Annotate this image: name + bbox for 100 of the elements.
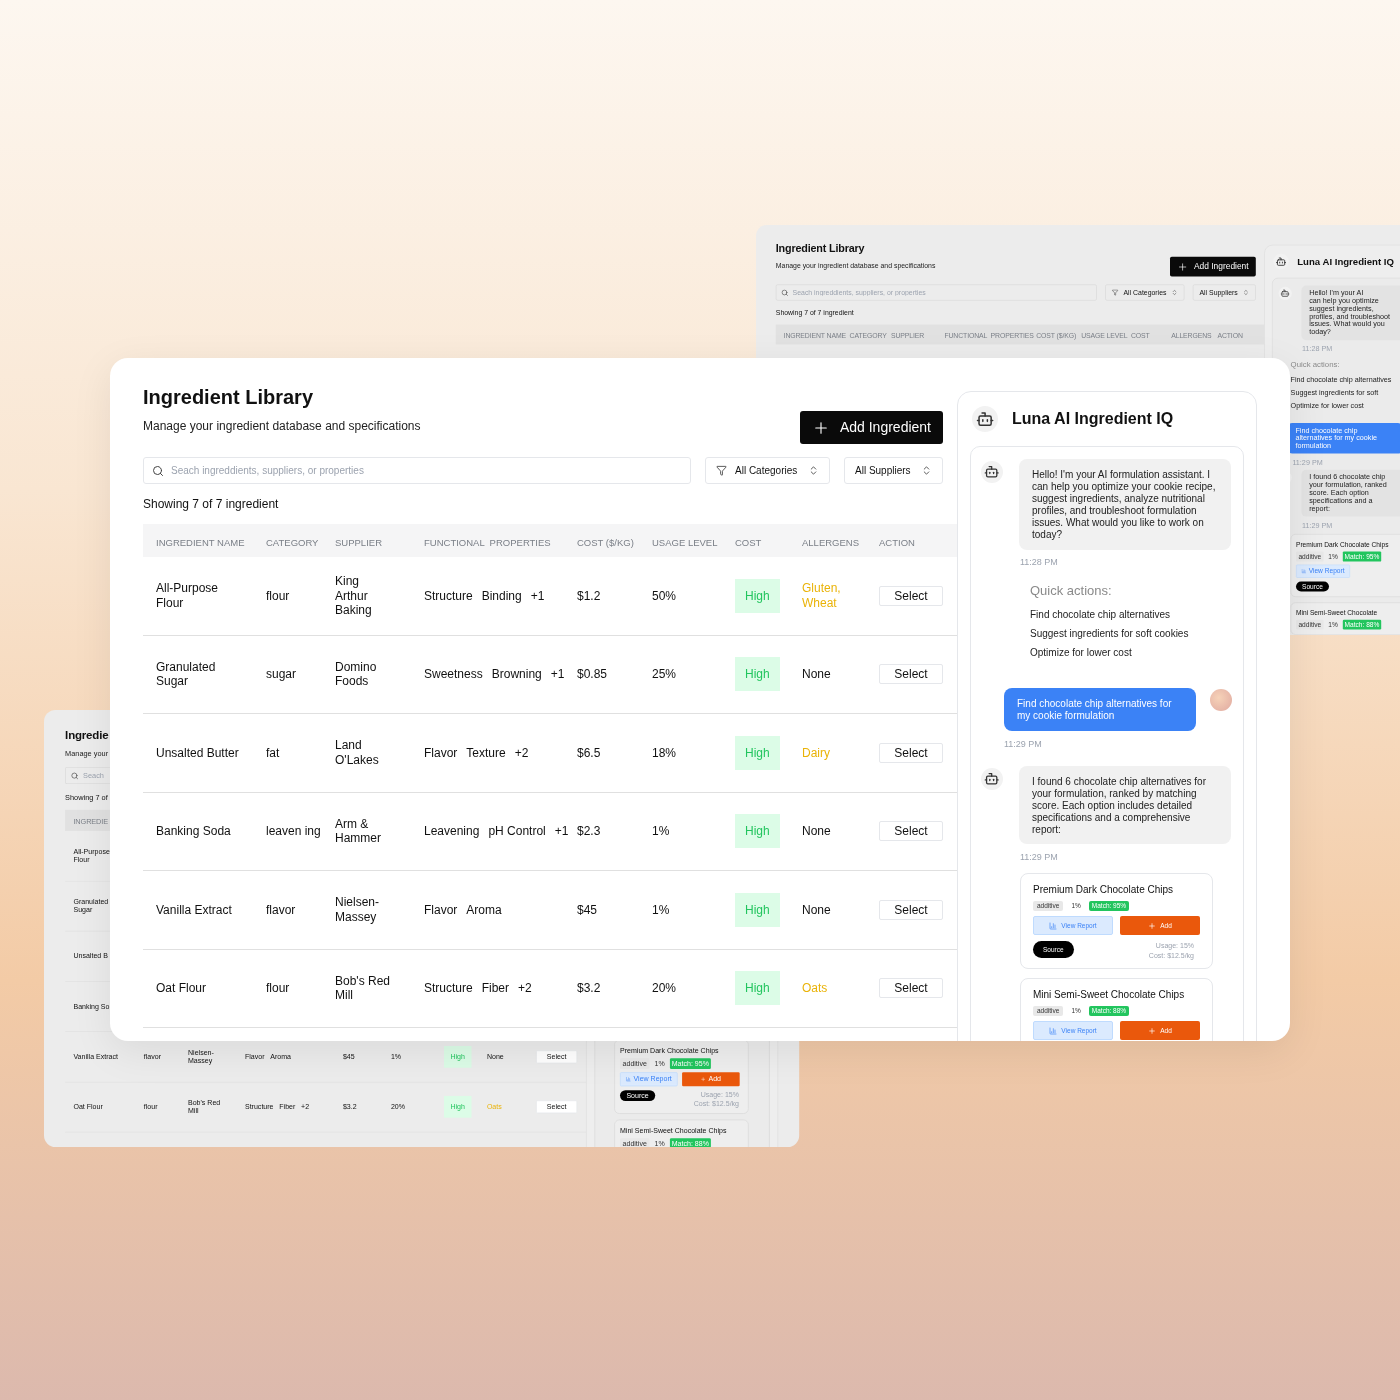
property-label: +2 bbox=[514, 745, 529, 760]
property-label: Structure bbox=[424, 981, 473, 996]
property-label: +1 bbox=[554, 824, 569, 839]
cost-cell: $0.85 bbox=[577, 667, 608, 682]
ingredient-name: Vanilla Extract bbox=[156, 902, 232, 917]
filter-dropdown[interactable]: All Suppliers bbox=[844, 457, 943, 484]
robot-icon bbox=[1273, 253, 1289, 270]
robot-icon bbox=[1278, 286, 1292, 300]
cost-cell: $45 bbox=[577, 902, 598, 917]
robot-icon bbox=[981, 461, 1003, 483]
column-header: USAGE LEVEL bbox=[652, 536, 718, 548]
page-title: Ingredient Library bbox=[775, 241, 865, 257]
allergens-cell: None bbox=[802, 902, 831, 917]
search-input[interactable]: Seach ingreddients, suppliers, or properties bbox=[171, 463, 686, 478]
allergens-cell: None bbox=[802, 667, 831, 682]
property-label: +1 bbox=[530, 588, 545, 603]
add-ingredient-button[interactable]: Add Ingredient bbox=[799, 411, 943, 444]
select-button[interactable]: Select bbox=[879, 821, 943, 842]
property-label: Structure bbox=[424, 588, 473, 603]
timestamp: 11:28 PM bbox=[1020, 557, 1058, 568]
select-button[interactable]: Select bbox=[879, 585, 943, 606]
filter-dropdown[interactable]: All Categories bbox=[705, 457, 830, 484]
usage-cell: 18% bbox=[652, 745, 677, 760]
chart-icon bbox=[1049, 1026, 1058, 1035]
cost-cell: $3.2 bbox=[577, 981, 601, 996]
usage-cell: 20% bbox=[652, 981, 677, 996]
property-label: Browning bbox=[491, 667, 542, 682]
chat-title: Luna AI Ingredient IQ bbox=[1297, 255, 1394, 269]
cost-cell: $6.5 bbox=[577, 745, 601, 760]
category-cell: fat bbox=[266, 745, 280, 760]
property-label: pH Control bbox=[488, 824, 546, 839]
ingredient-name: Granulated Sugar bbox=[156, 659, 216, 689]
level-badge: High bbox=[735, 892, 780, 927]
allergens-cell: None bbox=[802, 824, 831, 839]
chart-icon bbox=[1049, 921, 1058, 930]
results-count: Showing 7 of 7 ingredient bbox=[143, 496, 279, 512]
quick-action[interactable]: Optimize for lower cost bbox=[1030, 647, 1132, 659]
supplier-cell: King Arthur Baking bbox=[335, 574, 372, 617]
chat-title: Luna AI Ingredient IQ bbox=[1012, 409, 1174, 429]
category-cell: sugar bbox=[266, 667, 297, 682]
level-badge: High bbox=[735, 971, 780, 1006]
assistant-message: Hello! I'm your AI formulation assistant. I can help you optimize your cookie recipe, suggest ingredients, analyze nutritional profiles, and troubleshoot formulation issues. What would you like to work on today? bbox=[1019, 459, 1231, 550]
timestamp: 11:29 PM bbox=[1004, 739, 1042, 750]
usage-cell: 25% bbox=[652, 667, 677, 682]
cost-cell: $2.3 bbox=[577, 824, 601, 839]
user-message: Find chocolate chip alternatives for my cookie formulation bbox=[1004, 688, 1196, 731]
supplier-cell: Bob's Red Mill bbox=[335, 973, 390, 1003]
column-header: COST bbox=[735, 536, 762, 548]
plus-icon bbox=[1148, 921, 1157, 930]
supplier-cell: Nielsen-Massey bbox=[335, 895, 379, 924]
level-badge: High bbox=[735, 814, 780, 849]
property-label: Sweetness bbox=[424, 667, 483, 682]
chevrons-icon bbox=[808, 465, 819, 476]
property-label: Fiber bbox=[481, 981, 510, 996]
add-ingredient-button[interactable]: Add Ingredient bbox=[1169, 256, 1256, 277]
property-label: Aroma bbox=[466, 902, 502, 917]
assistant-message: I found 6 chocolate chip alternatives for your formulation, ranked by matching score. Each option includes detailed specifications and a comprehensive report: bbox=[1019, 766, 1231, 844]
select-button[interactable]: Select bbox=[879, 978, 943, 999]
property-label: Binding bbox=[481, 588, 522, 603]
cost-cell: $1.2 bbox=[577, 588, 601, 603]
column-header: FUNCTIONAL PROPERTIES bbox=[424, 536, 551, 548]
timestamp: 11:29 PM bbox=[1020, 852, 1058, 863]
ingredient-name: Oat Flour bbox=[156, 981, 206, 996]
property-label: Flavor bbox=[424, 745, 458, 760]
column-header: CATEGORY bbox=[266, 536, 319, 548]
usage-cell: 1% bbox=[652, 824, 670, 839]
quick-action[interactable]: Find chocolate chip alternatives bbox=[1030, 609, 1171, 621]
page-title: Ingredie bbox=[65, 727, 109, 744]
select-button[interactable]: Select bbox=[879, 664, 943, 685]
search-field[interactable]: Seach ingreddients, suppliers, or properties bbox=[143, 457, 691, 484]
allergens-cell: Dairy bbox=[802, 745, 830, 760]
column-header: SUPPLIER bbox=[335, 536, 382, 548]
ingredient-name: Unsalted Butter bbox=[156, 745, 239, 760]
robot-icon bbox=[972, 406, 998, 432]
category-cell: leaven ing bbox=[266, 824, 321, 839]
usage-cell: 50% bbox=[652, 588, 677, 603]
ingredient-name: Banking Soda bbox=[156, 824, 231, 839]
property-label: +1 bbox=[550, 667, 565, 682]
level-badge: High bbox=[735, 657, 780, 692]
quick-action[interactable]: Suggest ingredients for soft cookies bbox=[1030, 628, 1189, 640]
robot-icon bbox=[981, 768, 1003, 790]
column-header: ALLERGENS bbox=[802, 536, 860, 548]
property-label: +2 bbox=[518, 981, 532, 996]
property-label: Leavening bbox=[424, 824, 480, 839]
property-label: Flavor bbox=[424, 902, 458, 917]
column-header: INGREDIENT NAME bbox=[156, 536, 245, 548]
select-button[interactable]: Select bbox=[879, 899, 943, 920]
filter-icon bbox=[716, 465, 727, 476]
level-badge: High bbox=[735, 735, 780, 770]
level-badge: High bbox=[735, 578, 780, 613]
usage-cell: 1% bbox=[652, 902, 670, 917]
ingredient-name: All-Purpose Flour bbox=[156, 581, 219, 610]
chevrons-icon bbox=[921, 465, 932, 476]
plus-icon bbox=[1148, 1026, 1157, 1035]
select-button[interactable]: Select bbox=[879, 742, 943, 763]
card-title: Premium Dark Chocolate Chips bbox=[1033, 883, 1174, 896]
page-subtitle: Manage your ingredient database and specifications bbox=[143, 418, 421, 434]
supplier-cell: Domino Foods bbox=[335, 659, 377, 689]
category-cell: flour bbox=[266, 981, 290, 996]
search-icon bbox=[152, 464, 164, 477]
